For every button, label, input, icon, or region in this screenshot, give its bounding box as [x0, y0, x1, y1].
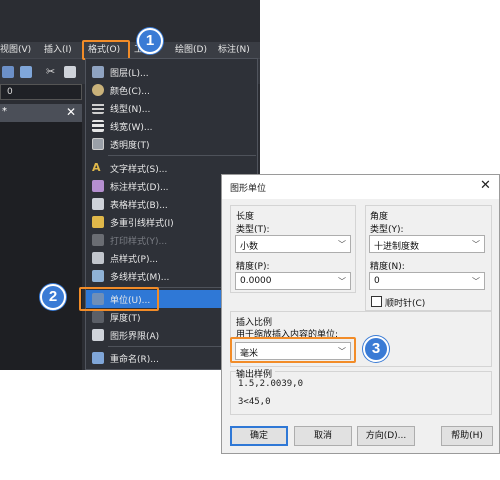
- rename-icon: [92, 352, 104, 364]
- length-type-select[interactable]: 小数 ﹀: [235, 235, 351, 253]
- layer-dropdown[interactable]: 0: [0, 84, 82, 100]
- menu-item-layer[interactable]: 图层(L)...: [86, 63, 257, 81]
- length-precision-select[interactable]: 0.0000 ﹀: [235, 272, 351, 290]
- step-badge-3: 3: [363, 336, 389, 362]
- multileader-style-icon: [92, 216, 104, 228]
- dimension-style-icon: [92, 180, 104, 192]
- angle-type-select[interactable]: 十进制度数 ﹀: [369, 235, 485, 253]
- linetype-icon: [92, 102, 104, 114]
- direction-button[interactable]: 方向(D)...: [357, 426, 415, 446]
- menu-dimension[interactable]: 标注(N): [218, 42, 250, 58]
- menu-item-label: 图层(L)...: [110, 69, 149, 79]
- print-icon[interactable]: [20, 66, 32, 78]
- menu-item-label: 颜色(C)...: [110, 87, 150, 97]
- angle-group-label: 角度: [370, 212, 389, 222]
- layer-value: 0: [7, 87, 13, 97]
- step-badge-2: 2: [40, 284, 66, 310]
- menu-item-label: 标注样式(D)...: [110, 183, 169, 193]
- menu-item-label: 厚度(T): [110, 314, 141, 324]
- angle-type-value: 十进制度数: [374, 242, 420, 252]
- length-type-value: 小数: [240, 242, 259, 252]
- format-menu-highlight: [82, 40, 130, 60]
- menu-separator: [108, 155, 256, 156]
- copy-icon[interactable]: [64, 66, 76, 78]
- lineweight-icon: [92, 120, 104, 132]
- menu-item-label: 点样式(P)...: [110, 255, 159, 265]
- table-style-icon: [92, 198, 104, 210]
- menu-item-label: 图形界限(A): [110, 332, 160, 342]
- sample-line-1: 1.5,2.0039,0: [238, 379, 304, 389]
- layers-icon: [92, 66, 104, 78]
- color-palette-icon: [92, 84, 104, 96]
- menu-item-lineweight[interactable]: 线宽(W)...: [86, 117, 257, 135]
- help-button[interactable]: 帮助(H): [441, 426, 493, 446]
- menu-draw[interactable]: 绘图(D): [175, 42, 207, 58]
- chevron-down-icon: ﹀: [472, 240, 480, 249]
- transparency-icon: [92, 138, 104, 150]
- menu-item-label: 线型(N)...: [110, 105, 151, 115]
- cancel-button[interactable]: 取消: [294, 426, 352, 446]
- angle-precision-label: 精度(N):: [370, 262, 405, 272]
- dialog-title: 图形单位: [230, 184, 267, 194]
- ok-button[interactable]: 确定: [230, 426, 288, 446]
- menu-item-linetype[interactable]: 线型(N)...: [86, 99, 257, 117]
- menu-item-label: 透明度(T): [110, 141, 150, 151]
- menu-item-label: 表格样式(B)...: [110, 201, 168, 211]
- length-group-label: 长度: [236, 212, 255, 222]
- clockwise-label: 顺时针(C): [385, 299, 426, 309]
- drawing-file-tab[interactable]: * ✕: [0, 104, 82, 122]
- sample-line-2: 3<45,0: [238, 397, 271, 407]
- chevron-down-icon: ﹀: [338, 240, 346, 249]
- limits-icon: [92, 329, 104, 341]
- point-style-icon: [92, 252, 104, 264]
- cut-icon[interactable]: ✂: [46, 66, 58, 78]
- menu-item-color[interactable]: 颜色(C)...: [86, 81, 257, 99]
- multiline-style-icon: [92, 270, 104, 282]
- dialog-titlebar: 图形单位 ✕: [222, 175, 499, 199]
- units-item-highlight: [79, 287, 159, 311]
- angle-type-label: 类型(Y):: [370, 225, 404, 235]
- menu-view[interactable]: 视图(V): [0, 42, 31, 58]
- menu-item-label: 多线样式(M)...: [110, 273, 170, 283]
- menu-item-label: 线宽(W)...: [110, 123, 153, 133]
- unsaved-marker: *: [2, 106, 7, 117]
- close-tab-icon[interactable]: ✕: [66, 105, 76, 119]
- insertion-units-highlight: [230, 337, 356, 363]
- length-precision-label: 精度(P):: [236, 262, 270, 272]
- chevron-down-icon: ﹀: [472, 277, 480, 286]
- angle-precision-value: 0: [374, 276, 380, 286]
- plot-style-icon: [92, 234, 104, 246]
- menu-insert[interactable]: 插入(I): [44, 42, 72, 58]
- menu-item-label: 重命名(R)...: [110, 355, 159, 365]
- chevron-down-icon: ﹀: [338, 277, 346, 286]
- step-badge-1: 1: [137, 28, 163, 54]
- length-type-label: 类型(T):: [236, 225, 270, 235]
- angle-precision-select[interactable]: 0 ﹀: [369, 272, 485, 290]
- menu-item-label: 文字样式(S)...: [110, 165, 168, 175]
- drawing-canvas[interactable]: [0, 122, 82, 370]
- menu-item-label: 打印样式(Y)...: [110, 237, 168, 247]
- clockwise-checkbox[interactable]: [371, 296, 382, 307]
- thickness-icon: [92, 311, 104, 323]
- length-precision-value: 0.0000: [240, 276, 272, 286]
- text-style-icon: A: [92, 161, 101, 174]
- zoom-icon[interactable]: [2, 66, 14, 78]
- drawing-units-dialog: 图形单位 ✕ 长度 类型(T): 小数 ﹀ 精度(P): 0.0000 ﹀ 角度…: [221, 174, 500, 454]
- menu-bar: 视图(V) 插入(I) 格式(O) 工 绘图(D) 标注(N): [0, 42, 260, 58]
- close-icon[interactable]: ✕: [480, 178, 491, 193]
- menu-item-transparency[interactable]: 透明度(T): [86, 135, 257, 153]
- menu-item-label: 多重引线样式(I): [110, 219, 174, 229]
